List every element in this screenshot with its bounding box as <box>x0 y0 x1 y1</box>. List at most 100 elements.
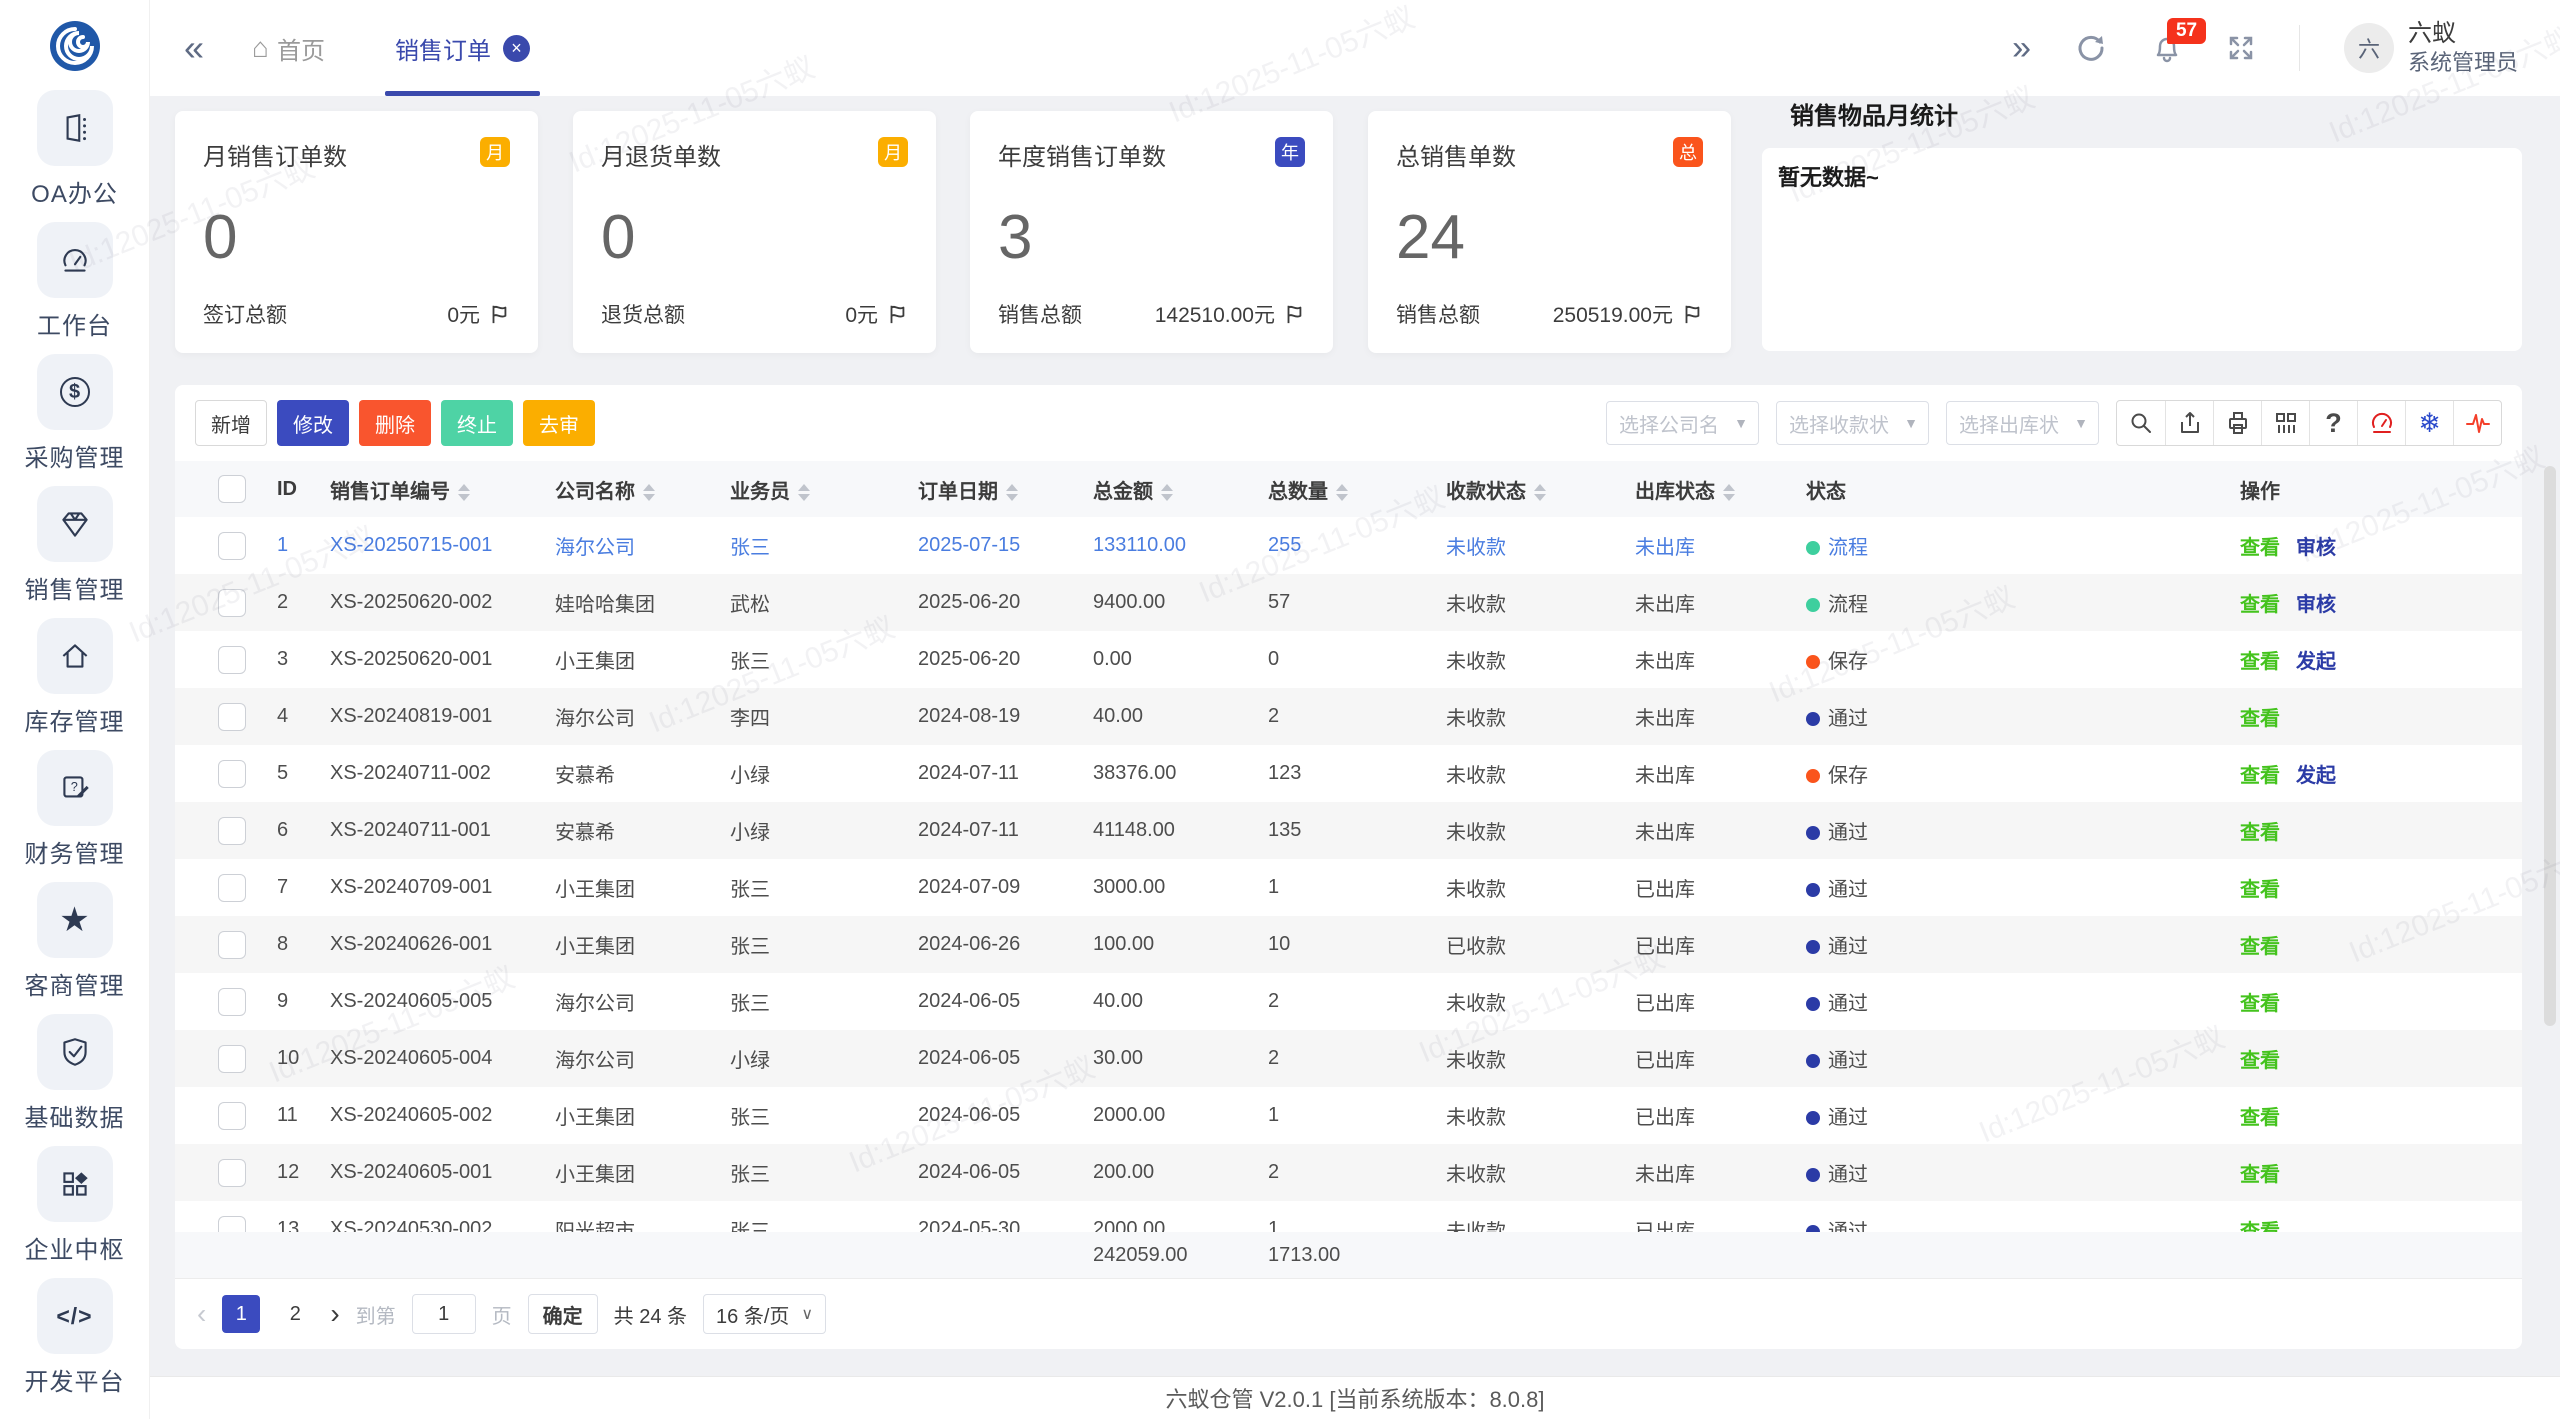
sidebar-item-dev-platform[interactable]: </> 开发平台 <box>25 1278 125 1397</box>
view-link[interactable]: 查看 <box>2240 936 2280 958</box>
page-button-1[interactable]: 1 <box>222 1295 260 1333</box>
row-checkbox[interactable] <box>218 1045 246 1073</box>
sort-icon[interactable] <box>1534 484 1546 501</box>
view-link[interactable]: 查看 <box>2240 1164 2280 1186</box>
fullscreen-icon[interactable] <box>2227 34 2255 62</box>
delete-button[interactable]: 删除 <box>359 400 431 446</box>
export-icon[interactable] <box>2165 401 2213 445</box>
secondary-action-link[interactable]: 审核 <box>2296 537 2336 559</box>
edit-button[interactable]: 修改 <box>277 400 349 446</box>
view-link[interactable]: 查看 <box>2240 708 2280 730</box>
table-row[interactable]: 2 XS-20250620-002 娃哈哈集团 武松 2025-06-20 94… <box>175 574 2522 631</box>
sidebar-item-sales[interactable]: 销售管理 <box>25 486 125 605</box>
tab-sales-orders[interactable]: 销售订单 × <box>389 0 536 96</box>
print-icon[interactable] <box>2213 401 2261 445</box>
column-header-out-status[interactable]: 出库状态 <box>1635 461 1806 517</box>
prev-page-icon[interactable]: ‹ <box>197 1300 206 1328</box>
columns-icon[interactable] <box>2261 401 2309 445</box>
row-checkbox[interactable] <box>218 988 246 1016</box>
terminate-button[interactable]: 终止 <box>441 400 513 446</box>
view-link[interactable]: 查看 <box>2240 879 2280 901</box>
table-scrollbar[interactable] <box>2544 466 2556 1026</box>
pulse-icon[interactable] <box>2453 401 2501 445</box>
secondary-action-link[interactable]: 发起 <box>2296 765 2336 787</box>
table-row[interactable]: 1 XS-20250715-001 海尔公司 张三 2025-07-15 133… <box>175 517 2522 574</box>
help-icon[interactable]: ? <box>2309 401 2357 445</box>
row-checkbox[interactable] <box>218 532 246 560</box>
expand-tabs-icon[interactable]: » <box>2012 31 2031 65</box>
view-link[interactable]: 查看 <box>2240 993 2280 1015</box>
column-header-amount[interactable]: 总金额 <box>1093 461 1268 517</box>
table-row[interactable]: 12 XS-20240605-001 小王集团 张三 2024-06-05 20… <box>175 1144 2522 1201</box>
sort-icon[interactable] <box>458 484 470 501</box>
sidebar-item-inventory[interactable]: 库存管理 <box>25 618 125 737</box>
table-row[interactable]: 9 XS-20240605-005 海尔公司 张三 2024-06-05 40.… <box>175 973 2522 1030</box>
unaudit-button[interactable]: 去审 <box>523 400 595 446</box>
company-filter-select[interactable]: 选择公司名 ▼ <box>1606 401 1759 445</box>
row-checkbox[interactable] <box>218 703 246 731</box>
secondary-action-link[interactable]: 发起 <box>2296 651 2336 673</box>
view-link[interactable]: 查看 <box>2240 1050 2280 1072</box>
sort-icon[interactable] <box>798 484 810 501</box>
refresh-icon[interactable] <box>2075 32 2107 64</box>
view-link[interactable]: 查看 <box>2240 1107 2280 1129</box>
row-checkbox[interactable] <box>218 1216 246 1233</box>
column-header-id[interactable]: ID <box>277 461 330 517</box>
row-checkbox[interactable] <box>218 646 246 674</box>
sidebar-item-finance[interactable]: ? 财务管理 <box>25 750 125 869</box>
column-header-company[interactable]: 公司名称 <box>555 461 730 517</box>
tab-home[interactable]: ⌂ 首页 <box>252 0 325 96</box>
view-link[interactable]: 查看 <box>2240 537 2280 559</box>
secondary-action-link[interactable]: 审核 <box>2296 594 2336 616</box>
table-row[interactable]: 3 XS-20250620-001 小王集团 张三 2025-06-20 0.0… <box>175 631 2522 688</box>
table-row[interactable]: 6 XS-20240711-001 安慕希 小绿 2024-07-11 4114… <box>175 802 2522 859</box>
row-checkbox[interactable] <box>218 589 246 617</box>
view-link[interactable]: 查看 <box>2240 1221 2280 1232</box>
row-checkbox[interactable] <box>218 817 246 845</box>
sidebar-item-purchase[interactable]: $ 采购管理 <box>25 354 125 473</box>
sidebar-item-base-data[interactable]: 基础数据 <box>25 1014 125 1133</box>
search-icon[interactable] <box>2117 401 2165 445</box>
add-button[interactable]: 新增 <box>195 400 267 446</box>
view-link[interactable]: 查看 <box>2240 594 2280 616</box>
close-tab-icon[interactable]: × <box>503 35 530 62</box>
notifications-bell-icon[interactable]: 57 <box>2151 32 2183 64</box>
row-checkbox[interactable] <box>218 760 246 788</box>
page-button-2[interactable]: 2 <box>276 1295 314 1333</box>
view-link[interactable]: 查看 <box>2240 822 2280 844</box>
sidebar-item-enterprise-hub[interactable]: 企业中枢 <box>25 1146 125 1265</box>
table-row[interactable]: 4 XS-20240819-001 海尔公司 李四 2024-08-19 40.… <box>175 688 2522 745</box>
column-header-salesman[interactable]: 业务员 <box>730 461 918 517</box>
row-checkbox[interactable] <box>218 874 246 902</box>
sort-icon[interactable] <box>1336 484 1348 501</box>
table-row[interactable]: 5 XS-20240711-002 安慕希 小绿 2024-07-11 3837… <box>175 745 2522 802</box>
sort-icon[interactable] <box>643 484 655 501</box>
user-menu[interactable]: 六 六蚁 系统管理员 <box>2344 19 2518 77</box>
view-link[interactable]: 查看 <box>2240 651 2280 673</box>
sidebar-item-oa-office[interactable]: OA办公 <box>31 90 118 209</box>
column-header-date[interactable]: 订单日期 <box>918 461 1093 517</box>
freeze-icon[interactable]: ❄ <box>2405 401 2453 445</box>
table-row[interactable]: 8 XS-20240626-001 小王集团 张三 2024-06-26 100… <box>175 916 2522 973</box>
table-row[interactable]: 7 XS-20240709-001 小王集团 张三 2024-07-09 300… <box>175 859 2522 916</box>
column-header-pay-status[interactable]: 收款状态 <box>1446 461 1635 517</box>
page-size-select[interactable]: 16 条/页 ∨ <box>703 1294 826 1334</box>
app-logo[interactable] <box>49 20 101 72</box>
select-all-checkbox[interactable] <box>218 475 246 503</box>
row-checkbox[interactable] <box>218 1159 246 1187</box>
column-header-order-no[interactable]: 销售订单编号 <box>330 461 555 517</box>
column-header-qty[interactable]: 总数量 <box>1268 461 1446 517</box>
sidebar-item-workbench[interactable]: 工作台 <box>37 222 113 341</box>
collapse-tabs-icon[interactable]: « <box>184 30 204 66</box>
table-row[interactable]: 11 XS-20240605-002 小王集团 张三 2024-06-05 20… <box>175 1087 2522 1144</box>
view-link[interactable]: 查看 <box>2240 765 2280 787</box>
sort-icon[interactable] <box>1161 484 1173 501</box>
out-status-filter-select[interactable]: 选择出库状 ▼ <box>1946 401 2099 445</box>
goto-page-input[interactable] <box>412 1294 476 1334</box>
row-checkbox[interactable] <box>218 1102 246 1130</box>
sidebar-item-customers[interactable]: ★ 客商管理 <box>25 882 125 1001</box>
sort-icon[interactable] <box>1723 484 1735 501</box>
pay-status-filter-select[interactable]: 选择收款状 ▼ <box>1776 401 1929 445</box>
confirm-page-button[interactable]: 确定 <box>528 1294 598 1334</box>
row-checkbox[interactable] <box>218 931 246 959</box>
